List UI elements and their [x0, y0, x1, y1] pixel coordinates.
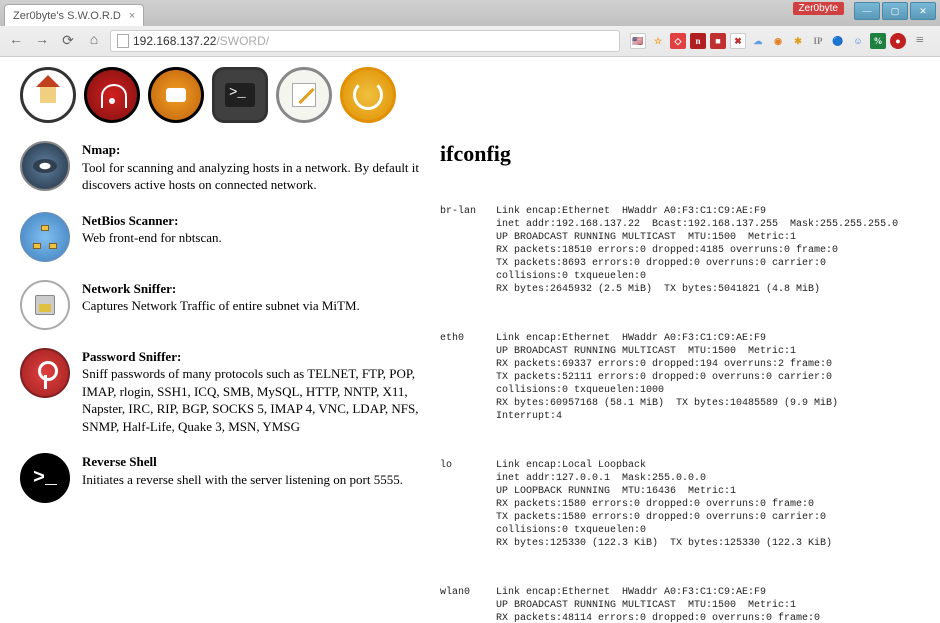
iface-name: lo [440, 459, 496, 550]
sidebar-title: NetBios Scanner: [82, 213, 178, 228]
app-toolbar: >_ [20, 67, 920, 123]
ext-icon-ip[interactable]: IP [810, 33, 826, 49]
ext-icon-5[interactable]: 🔵 [830, 33, 846, 49]
shell-icon: >_ [20, 453, 70, 503]
output-panel: ifconfig br-lan Link encap:Ethernet HWad… [440, 141, 920, 623]
adblock-icon[interactable]: ● [890, 33, 906, 49]
netbios-icon [20, 212, 70, 262]
ext-icon-1[interactable]: ◇ [670, 33, 686, 49]
iface-row: eth0 Link encap:Ethernet HWaddr A0:F3:C1… [440, 332, 920, 423]
home-icon[interactable] [20, 67, 76, 123]
sidebar-text: Password Sniffer: Sniff passwords of man… [82, 348, 420, 436]
ext-icon-4[interactable]: ✱ [790, 33, 806, 49]
menu-button[interactable]: ≡ [910, 31, 930, 51]
iface-body: Link encap:Ethernet HWaddr A0:F3:C1:C9:A… [496, 586, 832, 623]
iface-body: Link encap:Ethernet HWaddr A0:F3:C1:C9:A… [496, 205, 898, 296]
sniffer-icon [20, 280, 70, 330]
ext-icon-pct[interactable]: % [870, 33, 886, 49]
reload-button[interactable]: ⟳ [58, 31, 78, 51]
password-icon [20, 348, 70, 398]
iface-body: Link encap:Ethernet HWaddr A0:F3:C1:C9:A… [496, 332, 838, 423]
sidebar-text: Nmap: Tool for scanning and analyzing ho… [82, 141, 420, 194]
output-block: br-lan Link encap:Ethernet HWaddr A0:F3:… [440, 179, 920, 623]
flag-icon[interactable]: 🇺🇸 [630, 33, 646, 49]
edit-icon[interactable] [276, 67, 332, 123]
sidebar-title: Network Sniffer: [82, 281, 176, 296]
back-button[interactable]: ← [6, 31, 26, 51]
tab-bar: Zer0byte's S.W.O.R.D × Zer0byte — ▢ ✕ [0, 0, 940, 26]
iface-row: br-lan Link encap:Ethernet HWaddr A0:F3:… [440, 205, 920, 296]
browser-tab[interactable]: Zer0byte's S.W.O.R.D × [4, 4, 144, 26]
sidebar-text: Network Sniffer: Captures Network Traffi… [82, 280, 360, 330]
tab-title: Zer0byte's S.W.O.R.D [13, 10, 121, 22]
star-icon[interactable]: ☆ [650, 33, 666, 49]
nmap-icon [20, 141, 70, 191]
maximize-button[interactable]: ▢ [882, 2, 908, 20]
sidebar-title: Nmap: [82, 142, 120, 157]
iface-body: Link encap:Local Loopback inet addr:127.… [496, 459, 832, 550]
router-icon[interactable] [148, 67, 204, 123]
sidebar: Nmap: Tool for scanning and analyzing ho… [20, 141, 420, 623]
sidebar-text: Reverse Shell Initiates a reverse shell … [82, 453, 403, 503]
iface-row: lo Link encap:Local Loopback inet addr:1… [440, 459, 920, 550]
window-controls: — ▢ ✕ [854, 2, 936, 20]
wifi-icon[interactable] [84, 67, 140, 123]
sidebar-item-password[interactable]: Password Sniffer: Sniff passwords of man… [20, 348, 420, 436]
sidebar-desc: Captures Network Traffic of entire subne… [82, 298, 360, 313]
sync-icon[interactable] [340, 67, 396, 123]
tab-close-icon[interactable]: × [129, 10, 135, 22]
iface-name: eth0 [440, 332, 496, 423]
ext-icon-2[interactable]: ■ [710, 33, 726, 49]
page-content: >_ Nmap: Tool for scanning and analyzing… [0, 57, 940, 623]
ext-icon-n[interactable]: n [690, 33, 706, 49]
sidebar-text: NetBios Scanner: Web front-end for nbtsc… [82, 212, 222, 262]
sidebar-item-shell[interactable]: >_ Reverse Shell Initiates a reverse she… [20, 453, 420, 503]
url-bar[interactable]: 192.168.137.22/SWORD/ [110, 30, 620, 52]
terminal-icon[interactable]: >_ [212, 67, 268, 123]
nav-bar: ← → ⟳ ⌂ 192.168.137.22/SWORD/ 🇺🇸 ☆ ◇ n ■… [0, 26, 940, 56]
extension-icons: 🇺🇸 ☆ ◇ n ■ ✖ ☁ ◉ ✱ IP 🔵 ☺ % ● ≡ [626, 31, 934, 51]
user-badge[interactable]: Zer0byte [793, 2, 844, 15]
main-area: Nmap: Tool for scanning and analyzing ho… [20, 141, 920, 623]
sidebar-item-nmap[interactable]: Nmap: Tool for scanning and analyzing ho… [20, 141, 420, 194]
sidebar-item-netbios[interactable]: NetBios Scanner: Web front-end for nbtsc… [20, 212, 420, 262]
sidebar-desc: Initiates a reverse shell with the serve… [82, 472, 403, 487]
sidebar-title: Password Sniffer: [82, 349, 181, 364]
sidebar-title: Reverse Shell [82, 454, 157, 469]
home-button[interactable]: ⌂ [84, 31, 104, 51]
close-button[interactable]: ✕ [910, 2, 936, 20]
url-path: /SWORD/ [216, 34, 269, 48]
sidebar-desc: Tool for scanning and analyzing hosts in… [82, 160, 419, 193]
sidebar-desc: Web front-end for nbtscan. [82, 230, 222, 245]
browser-chrome: Zer0byte's S.W.O.R.D × Zer0byte — ▢ ✕ ← … [0, 0, 940, 57]
ext-icon-x[interactable]: ✖ [730, 33, 746, 49]
url-host: 192.168.137.22 [133, 34, 216, 48]
ext-icon-3[interactable]: ◉ [770, 33, 786, 49]
cloud-icon[interactable]: ☁ [750, 33, 766, 49]
ext-icon-6[interactable]: ☺ [850, 33, 866, 49]
output-title: ifconfig [440, 141, 920, 167]
forward-button[interactable]: → [32, 31, 52, 51]
sidebar-item-sniffer[interactable]: Network Sniffer: Captures Network Traffi… [20, 280, 420, 330]
minimize-button[interactable]: — [854, 2, 880, 20]
iface-row: wlan0 Link encap:Ethernet HWaddr A0:F3:C… [440, 586, 920, 623]
iface-name: wlan0 [440, 586, 496, 623]
page-icon [117, 34, 129, 48]
sidebar-desc: Sniff passwords of many protocols such a… [82, 366, 418, 434]
iface-name: br-lan [440, 205, 496, 296]
